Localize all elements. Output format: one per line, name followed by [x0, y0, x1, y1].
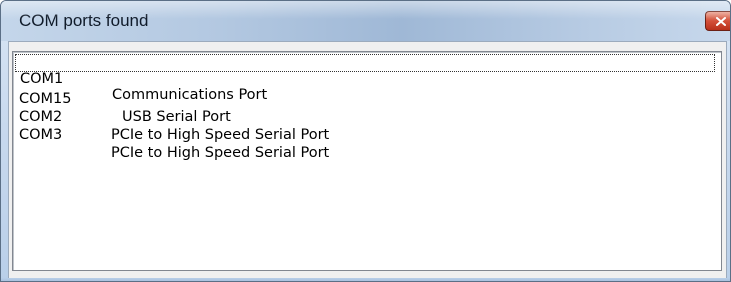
close-button[interactable]	[705, 11, 730, 31]
window-title: COM ports found	[19, 11, 149, 30]
com-ports-dialog: COM ports found COM1 Communications Port…	[0, 0, 731, 282]
port-description: PCIe to High Speed Serial Port	[111, 145, 330, 161]
list-item[interactable]: COM15 USB Serial Port	[15, 72, 715, 125]
port-name: COM3	[19, 127, 63, 143]
com-ports-list[interactable]: COM1 Communications Port COM15 USB Seria…	[12, 51, 722, 271]
list-item[interactable]: COM1 Communications Port	[15, 54, 715, 103]
dialog-client-area: COM1 Communications Port COM15 USB Seria…	[8, 41, 727, 280]
window-bottom-frame	[1, 278, 730, 281]
list-item[interactable]: COM2 PCIe to High Speed Serial Port	[15, 90, 715, 143]
close-icon	[716, 17, 726, 26]
port-description: PCIe to High Speed Serial Port	[111, 127, 330, 143]
title-bar[interactable]: COM ports found	[1, 1, 730, 41]
list-item[interactable]: COM3 PCIe to High Speed Serial Port	[15, 108, 715, 161]
